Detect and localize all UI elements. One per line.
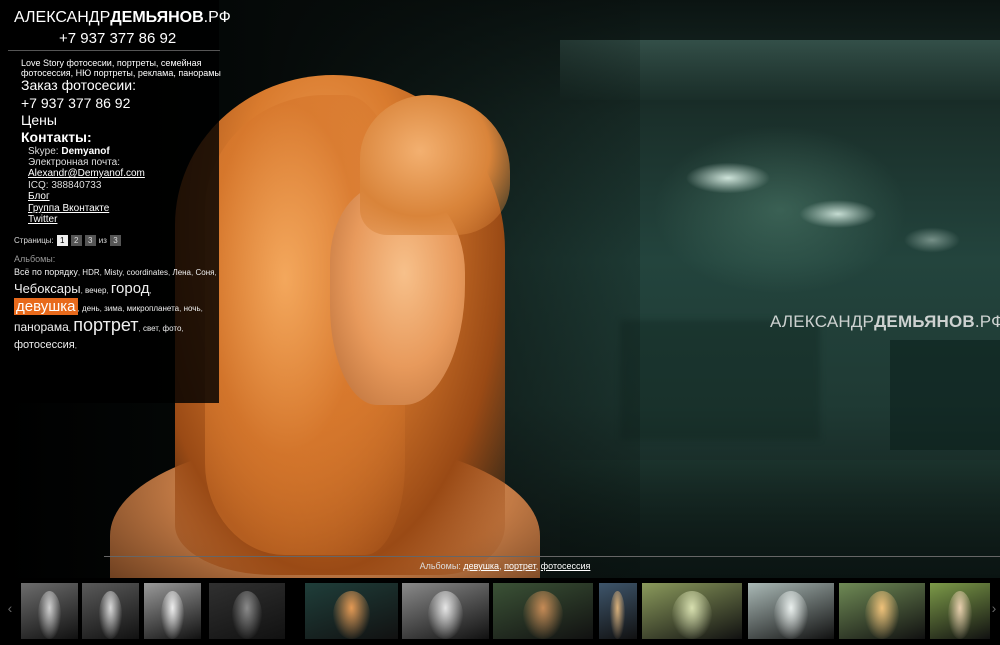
- photo-caption: Альбомы: девушка, портрет, фотосессия: [419, 561, 591, 571]
- album-tag[interactable]: город: [111, 280, 150, 297]
- album-tag[interactable]: панорама: [14, 320, 69, 334]
- header-phone: +7 937 377 86 92: [59, 30, 177, 47]
- thumb-7[interactable]: [493, 583, 593, 639]
- page-2-button[interactable]: 2: [70, 235, 82, 246]
- skype-line: Skype: Demyanof: [28, 146, 110, 157]
- background-panel: [890, 340, 1000, 450]
- icq-line: ICQ: 388840733: [28, 180, 102, 191]
- tag-separator: ,: [149, 286, 152, 295]
- thumb-5[interactable]: [305, 583, 398, 639]
- email-label: Электронная почта:: [28, 157, 121, 168]
- caption-label: Альбомы:: [419, 561, 461, 571]
- thumbnail-figure: [99, 591, 122, 639]
- album-tag[interactable]: Всё по порядку: [14, 267, 78, 277]
- prev-thumbnails-arrow[interactable]: ‹: [4, 600, 16, 616]
- order-label: Заказ фотосесии:: [21, 77, 136, 93]
- album-tag[interactable]: Misty: [104, 268, 122, 277]
- email-link[interactable]: Alexandr@Demyanof.com: [28, 168, 145, 179]
- album-tag[interactable]: девушка: [14, 298, 78, 315]
- album-tag[interactable]: зима: [104, 304, 122, 313]
- thumb-8[interactable]: [599, 583, 637, 639]
- thumbnail-figure: [38, 591, 61, 639]
- caption-divider: [104, 556, 1000, 557]
- thumb-11[interactable]: [839, 583, 925, 639]
- thumbnail-figure: [161, 591, 184, 639]
- thumbnail-figure: [232, 591, 262, 639]
- album-tag[interactable]: свет: [143, 324, 158, 333]
- prices-link[interactable]: Цены: [21, 112, 57, 128]
- page-total: 3: [109, 235, 121, 246]
- thumb-12[interactable]: [930, 583, 990, 639]
- album-tag[interactable]: микропланета: [127, 304, 179, 313]
- album-tag[interactable]: фото: [163, 324, 182, 333]
- order-phone: +7 937 377 86 92: [21, 95, 131, 111]
- next-thumbnails-arrow[interactable]: ›: [988, 600, 1000, 616]
- thumb-4[interactable]: [209, 583, 285, 639]
- photo-watermark: АЛЕКСАНДРДЕМЬЯНОВ.РФ: [770, 312, 1000, 331]
- page-1-button[interactable]: 1: [56, 235, 68, 246]
- blog-link[interactable]: Блог: [28, 191, 50, 202]
- tag-separator: ,: [181, 324, 184, 333]
- album-tag-cloud: Всё по порядку, HDR, Misty, coordinates,…: [14, 264, 219, 354]
- thumb-6[interactable]: [402, 583, 489, 639]
- page-3-button[interactable]: 3: [84, 235, 96, 246]
- caption-link-portrait[interactable]: портрет: [504, 561, 536, 571]
- pagination-of-label: из: [98, 236, 107, 245]
- albums-label: Альбомы:: [14, 254, 56, 264]
- thumbnail-figure: [610, 591, 625, 639]
- contacts-heading: Контакты:: [21, 129, 92, 145]
- twitter-link[interactable]: Twitter: [28, 214, 57, 225]
- thumb-9[interactable]: [642, 583, 742, 639]
- album-tag[interactable]: ночь: [184, 304, 201, 313]
- thumbnail-figure: [672, 591, 712, 639]
- thumb-10[interactable]: [748, 583, 834, 639]
- album-tag[interactable]: Лена: [172, 268, 191, 277]
- thumb-3[interactable]: [144, 583, 201, 639]
- album-tag[interactable]: вечер: [85, 286, 106, 295]
- thumbnail-figure: [865, 591, 899, 639]
- thumbnail-figure: [428, 591, 463, 639]
- thumb-1[interactable]: [21, 583, 78, 639]
- album-tag[interactable]: день: [82, 304, 100, 313]
- site-logo[interactable]: АЛЕКСАНДРДЕМЬЯНОВ.РФ: [14, 9, 231, 27]
- vk-group-link[interactable]: Группа Вконтакте: [28, 203, 109, 214]
- caption-link-photosession[interactable]: фотосессия: [541, 561, 591, 571]
- album-tag[interactable]: HDR: [82, 268, 99, 277]
- pagination-label: Страницы:: [14, 236, 54, 245]
- album-tag[interactable]: Чебоксары: [14, 281, 81, 296]
- thumbnail-figure: [333, 591, 370, 639]
- thumb-2[interactable]: [82, 583, 139, 639]
- tag-separator: ,: [214, 268, 217, 277]
- album-tag[interactable]: coordinates: [127, 268, 168, 277]
- thumbnail-figure: [948, 591, 972, 639]
- header-divider: [8, 50, 220, 51]
- tag-separator: ,: [200, 304, 203, 313]
- tag-separator: ,: [74, 341, 77, 350]
- background-panel: [620, 320, 820, 440]
- pagination: Страницы: 1 2 3 из 3: [14, 235, 121, 246]
- album-tag[interactable]: портрет: [73, 315, 138, 335]
- site-tagline: Love Story фотосесии, портреты, семейная…: [21, 58, 221, 78]
- album-tag[interactable]: Соня: [195, 268, 214, 277]
- caption-link-girl[interactable]: девушка: [463, 561, 499, 571]
- thumbnail-figure: [523, 591, 563, 639]
- skype-id: Demyanof: [61, 146, 110, 157]
- album-tag[interactable]: фотосессия: [14, 339, 75, 351]
- thumbnail-strip: [0, 578, 1000, 645]
- thumbnail-figure: [774, 591, 808, 639]
